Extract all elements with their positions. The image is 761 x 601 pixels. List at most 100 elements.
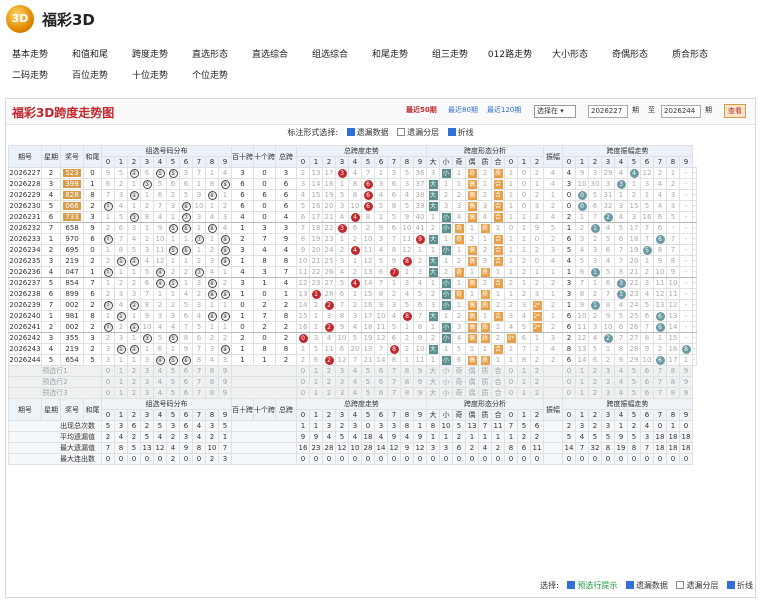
nav-link[interactable]: 十位走势 [120,66,180,87]
predict-cell[interactable]: 6 [179,376,193,388]
predict-cell[interactable]: 2 [530,365,544,377]
predict-cell[interactable]: 0 [504,376,518,388]
predict-cell[interactable]: 7 [192,365,206,377]
query-button[interactable]: 查看 [724,104,746,118]
predict-cell[interactable]: 0 [504,387,518,399]
nav-link[interactable]: 组选综合 [300,45,360,66]
predict-cell[interactable]: 2 [322,365,336,377]
predict-cell[interactable]: 6 [640,365,654,377]
missing-layer-checkbox[interactable] [397,128,406,136]
predict-cell[interactable]: 2 [530,376,544,388]
predict-cell[interactable]: 奇 [452,387,466,399]
predict-cell[interactable]: 4 [614,387,628,399]
predict-cell[interactable]: 4 [348,365,362,377]
polyline-checkbox[interactable] [447,128,456,136]
predict-cell[interactable]: 2 [127,387,141,399]
predict-cell[interactable]: 1 [575,365,589,377]
predict-cell[interactable]: 1 [575,376,589,388]
period-select[interactable]: 选择在 ▾ [534,105,576,118]
predict-cell[interactable]: 8 [205,365,219,377]
predict-cell[interactable]: 偶 [465,387,479,399]
predict-cell[interactable]: 7 [653,387,667,399]
predict-cell[interactable]: 9 [218,365,232,377]
predict-cell[interactable]: 6 [374,365,388,377]
predict-cell[interactable]: 小 [439,365,453,377]
predict-cell[interactable]: 5 [361,365,375,377]
predict-cell[interactable]: 5 [166,376,180,388]
predict-cell[interactable]: 6 [374,376,388,388]
missing-data-checkbox[interactable] [346,128,355,136]
predict-cell[interactable]: 奇 [452,365,466,377]
predict-cell[interactable]: 4 [153,387,167,399]
nav-link[interactable]: 二码走势 [0,66,60,87]
predict-cell[interactable]: 8 [666,365,680,377]
predict-cell[interactable]: 3 [601,387,615,399]
recent-50-link[interactable]: 最近50期 [406,105,437,115]
predict-cell[interactable]: 1 [114,376,128,388]
predict-cell[interactable]: 9 [679,365,693,377]
predict-cell[interactable]: 5 [627,365,641,377]
predict-cell[interactable]: 0 [101,387,115,399]
predict-cell[interactable]: 3 [335,376,349,388]
predict-cell[interactable]: 8 [400,365,414,377]
predict-cell[interactable]: 1 [517,365,531,377]
predict-cell[interactable]: 3 [601,365,615,377]
predict-cell[interactable]: 7 [387,387,401,399]
predict-cell[interactable]: 5 [627,376,641,388]
predict-cell[interactable]: 3 [140,376,154,388]
from-issue-input[interactable]: 2026227 [588,105,628,118]
predict-cell[interactable]: 奇 [452,376,466,388]
predict-cell[interactable]: 6 [179,387,193,399]
nav-link[interactable]: 质合形态 [660,45,720,66]
nav-link[interactable]: 和尾走势 [360,45,420,66]
nav-link[interactable]: 个位走势 [180,66,240,87]
predict-cell[interactable]: 8 [400,376,414,388]
predict-cell[interactable]: 8 [666,376,680,388]
predict-cell[interactable]: 0 [101,376,115,388]
predict-cell[interactable]: 4 [348,387,362,399]
predict-cell[interactable]: 8 [400,387,414,399]
predict-cell[interactable]: 1 [575,387,589,399]
nav-link[interactable]: 大小形态 [540,45,600,66]
predict-cell[interactable]: 7 [387,365,401,377]
predict-cell[interactable]: 7 [387,376,401,388]
predict-cell[interactable]: 0 [504,365,518,377]
nav-link[interactable]: 组三走势 [420,45,480,66]
predict-cell[interactable]: 9 [413,365,427,377]
predict-cell[interactable]: 7 [653,365,667,377]
predict-cell[interactable]: 3 [335,387,349,399]
predict-cell[interactable]: 6 [179,365,193,377]
predict-cell[interactable]: 1 [517,387,531,399]
predict-cell[interactable]: 6 [374,387,388,399]
footer-polyline-checkbox[interactable] [727,581,735,589]
to-issue-input[interactable]: 2026244 [661,105,701,118]
predict-cell[interactable]: 质 [478,376,492,388]
predict-cell[interactable]: 9 [218,387,232,399]
predict-row[interactable]: 预选行1 0 1 2 3 4 5 6 7 8 9 0 1 2 3 4 5 6 7 8 9 大小奇偶质合 0 1 2 0 1 2 3 4 5 6… [8,365,697,377]
predict-cell[interactable]: 2 [127,365,141,377]
predict-cell[interactable]: 5 [627,387,641,399]
predict-cell[interactable]: 3 [140,387,154,399]
predict-cell[interactable]: 0 [562,365,576,377]
predict-cell[interactable]: 1 [309,365,323,377]
predict-cell[interactable]: 1 [309,376,323,388]
predict-cell[interactable]: 质 [478,365,492,377]
predict-cell[interactable]: 5 [361,376,375,388]
predict-cell[interactable]: 4 [153,365,167,377]
predict-cell[interactable]: 0 [562,387,576,399]
predict-cell[interactable]: 3 [335,365,349,377]
predict-cell[interactable]: 0 [101,365,115,377]
predict-cell[interactable]: 4 [614,365,628,377]
predict-cell[interactable]: 3 [601,376,615,388]
footer-missing-layer-checkbox[interactable] [676,581,685,589]
predict-cell[interactable]: 小 [439,376,453,388]
predict-cell[interactable]: 4 [153,376,167,388]
predict-cell[interactable]: 2 [322,387,336,399]
predict-cell[interactable]: 大 [426,365,440,377]
predict-cell[interactable]: 合 [491,387,505,399]
predict-cell[interactable]: 大 [426,387,440,399]
recent-120-link[interactable]: 最近120期 [487,105,521,115]
predict-cell[interactable]: 0 [562,376,576,388]
predict-cell[interactable]: 合 [491,365,505,377]
predict-cell[interactable]: 小 [439,387,453,399]
